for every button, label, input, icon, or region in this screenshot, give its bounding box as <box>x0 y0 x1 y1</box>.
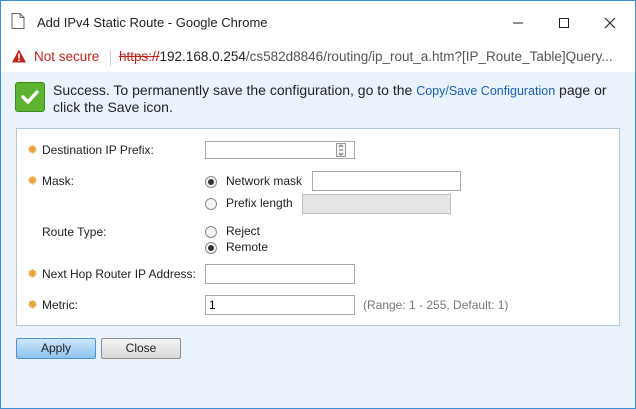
prefix-length-input[interactable] <box>302 194 451 214</box>
metric-range-hint: (Range: 1 - 255, Default: 1) <box>363 298 509 312</box>
reject-label: Reject <box>226 224 261 238</box>
success-text: Success. To permanently save the configu… <box>53 82 607 115</box>
maximize-button[interactable] <box>541 1 587 45</box>
mask-label: Mask: <box>42 174 75 188</box>
network-mask-label: Network mask <box>226 174 303 188</box>
required-icon: ✹ <box>27 142 38 157</box>
title-bar: Add IPv4 Static Route - Google Chrome <box>1 1 635 45</box>
input-autofill-icon[interactable] <box>336 143 346 157</box>
next-hop-label: Next Hop Router IP Address: <box>42 267 196 281</box>
warning-icon[interactable] <box>11 48 27 64</box>
required-icon: ✹ <box>27 297 38 312</box>
security-status[interactable]: Not secure <box>34 49 99 64</box>
remote-label: Remote <box>226 240 269 254</box>
route-type-label: Route Type: <box>42 225 107 239</box>
prefix-length-label: Prefix length <box>226 196 293 210</box>
success-check-icon <box>15 82 45 112</box>
browser-window: Add IPv4 Static Route - Google Chrome No… <box>0 0 636 409</box>
minimize-icon <box>513 22 523 24</box>
url-text[interactable]: https://192.168.0.254/cs582d8846/routing… <box>119 49 629 64</box>
route-form-panel: ✹ Destination IP Prefix: ✹ Mask: Network… <box>16 128 620 326</box>
remote-radio[interactable] <box>205 242 217 254</box>
reject-radio[interactable] <box>205 226 217 238</box>
dest-prefix-label: Destination IP Prefix: <box>42 143 154 157</box>
network-mask-radio[interactable] <box>205 176 217 188</box>
url-host: 192.168.0.254 <box>159 49 246 64</box>
apply-button[interactable]: Apply <box>16 338 96 359</box>
close-dialog-button[interactable]: Close <box>101 338 181 359</box>
metric-input[interactable] <box>205 295 355 315</box>
next-hop-input[interactable] <box>205 264 355 284</box>
network-mask-input[interactable] <box>312 171 461 191</box>
close-icon <box>604 17 616 29</box>
minimize-button[interactable] <box>495 1 541 45</box>
dest-prefix-input[interactable] <box>205 141 355 159</box>
required-icon: ✹ <box>27 173 38 188</box>
address-divider <box>110 50 111 66</box>
prefix-length-radio[interactable] <box>205 198 217 210</box>
url-path: /cs582d8846/routing/ip_rout_a.htm?[IP_Ro… <box>245 49 613 64</box>
maximize-icon <box>559 18 569 28</box>
window-title: Add IPv4 Static Route - Google Chrome <box>37 15 268 30</box>
address-bar[interactable]: Not secure https://192.168.0.254/cs582d8… <box>1 45 635 71</box>
page-icon <box>11 13 25 29</box>
copy-save-config-link[interactable]: Copy/Save Configuration <box>416 84 555 98</box>
url-scheme: https:// <box>119 49 160 64</box>
dialog-content: Success. To permanently save the configu… <box>1 72 635 408</box>
required-icon: ✹ <box>27 266 38 281</box>
metric-label: Metric: <box>42 298 78 312</box>
close-button[interactable] <box>587 1 633 45</box>
